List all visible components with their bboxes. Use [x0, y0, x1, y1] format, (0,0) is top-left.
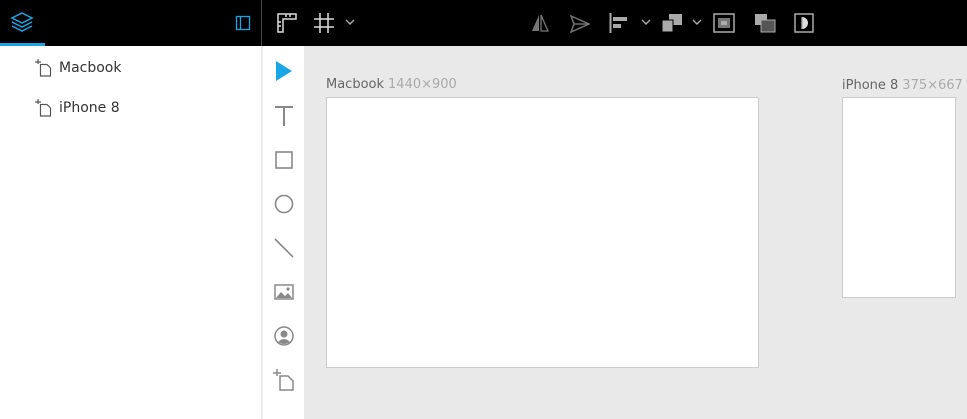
rectangle-tool-icon[interactable] [273, 149, 295, 171]
layer-label: Macbook [59, 60, 122, 76]
align-left-icon[interactable] [609, 13, 629, 33]
layers-panel: Macbook iPhone 8 [0, 46, 261, 419]
toolbar-divider [261, 0, 262, 46]
frame-icon[interactable] [713, 13, 735, 33]
arrange-icon[interactable] [661, 13, 683, 33]
layers-icon [10, 12, 34, 32]
avatar-tool-icon[interactable] [273, 325, 295, 347]
panel-toggle-icon[interactable] [235, 15, 251, 31]
layer-label: iPhone 8 [59, 100, 120, 116]
artboard-name: Macbook [326, 77, 385, 92]
artboard-macbook[interactable] [326, 97, 759, 368]
artboard-name: iPhone 8 [842, 78, 899, 93]
layer-item-macbook[interactable]: Macbook [35, 58, 121, 78]
text-tool-icon[interactable] [273, 105, 295, 127]
line-tool-icon[interactable] [273, 237, 295, 259]
chevron-down-icon[interactable] [692, 19, 702, 26]
artboard-icon [35, 99, 52, 117]
layer-item-iphone8[interactable]: iPhone 8 [35, 98, 120, 118]
artboard-iphone8[interactable] [842, 97, 956, 298]
flip-icon[interactable] [531, 13, 549, 33]
artboard-icon [35, 59, 52, 77]
tools-panel [262, 46, 305, 419]
artboard-title-iphone8[interactable]: iPhone 8 375×667 [842, 78, 963, 93]
contrast-icon[interactable] [794, 13, 814, 33]
artboard-dims: 1440×900 [388, 77, 457, 92]
artboard-title-macbook[interactable]: Macbook 1440×900 [326, 77, 457, 92]
chevron-down-icon[interactable] [641, 19, 651, 26]
top-toolbar [0, 0, 967, 46]
design-canvas[interactable]: Macbook 1440×900 iPhone 8 375×667 [304, 46, 967, 419]
ellipse-tool-icon[interactable] [273, 193, 295, 215]
ruler-icon[interactable] [277, 13, 297, 33]
image-tool-icon[interactable] [273, 281, 295, 303]
artboard-tool-icon[interactable] [273, 369, 295, 391]
select-tool-icon[interactable] [273, 60, 295, 82]
layers-tab[interactable] [0, 0, 45, 46]
mask-icon[interactable] [754, 13, 776, 33]
send-icon[interactable] [570, 15, 590, 33]
artboard-dims: 375×667 [902, 78, 963, 93]
grid-icon[interactable] [314, 13, 334, 33]
chevron-down-icon[interactable] [345, 19, 355, 26]
